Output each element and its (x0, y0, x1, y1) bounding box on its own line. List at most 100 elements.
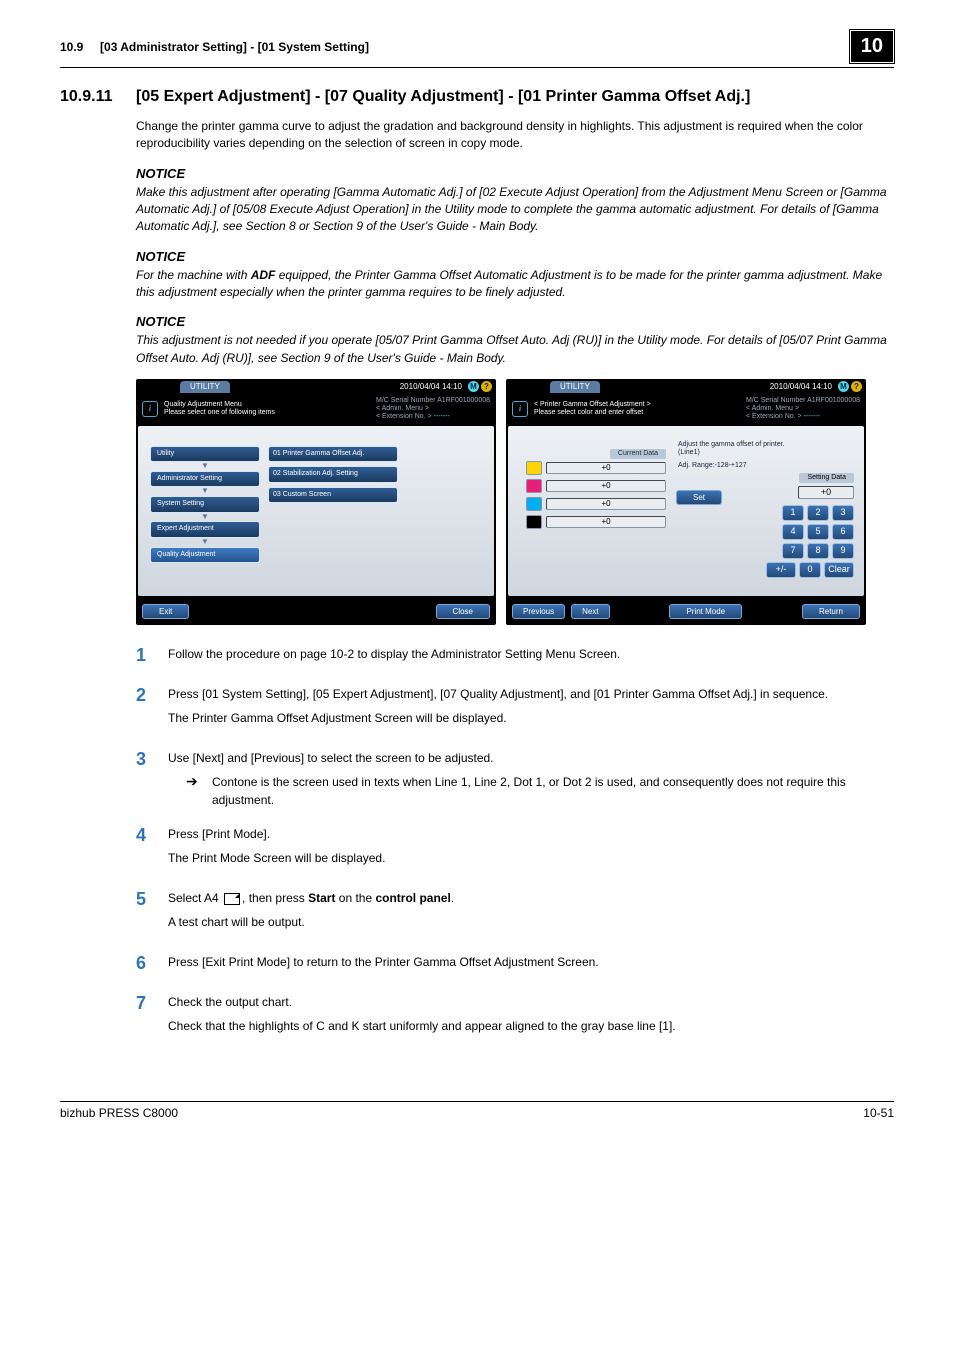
screenshot-menu-screen: UTILITY 2010/04/04 14:10 M ? i Quality A… (136, 379, 496, 625)
keypad-plusminus[interactable]: +/- (766, 562, 796, 578)
step-text: Check that the highlights of C and K sta… (168, 1017, 894, 1035)
step-5: 5 Select A4 , then press Start on the co… (136, 889, 894, 937)
keypad-6[interactable]: 6 (832, 524, 854, 540)
step-text-span: on the (335, 891, 375, 905)
screen-serial-block: M/C Serial Number A1RF001000008 < Admin.… (746, 397, 860, 422)
serial-value: A1RF001000008 (807, 397, 860, 404)
screen-title: Quality Adjustment Menu Please select on… (164, 401, 370, 418)
keypad-4[interactable]: 4 (782, 524, 804, 540)
footer-page-number: 10-51 (863, 1106, 894, 1120)
setting-value: +0 (798, 486, 854, 499)
info-text: (Line1) (678, 449, 854, 457)
screen-serial-block: M/C Serial Number A1RF001000008 < Admin.… (376, 397, 490, 422)
screen-title-bar: i Quality Adjustment Menu Please select … (136, 393, 496, 426)
step-number: 5 (136, 889, 148, 910)
footer-product: bizhub PRESS C8000 (60, 1106, 178, 1120)
step-text: The Print Mode Screen will be displayed. (168, 849, 894, 867)
swatch-magenta-icon[interactable] (526, 479, 542, 493)
crumb-quality-adjustment[interactable]: Quality Adjustment (150, 547, 260, 563)
crumb-admin-setting[interactable]: Administrator Setting (150, 471, 260, 487)
step-text: Select A4 , then press Start on the cont… (168, 889, 894, 907)
option-custom-screen[interactable]: 03 Custom Screen (268, 487, 398, 503)
step-body: Use [Next] and [Previous] to select the … (168, 749, 894, 809)
step-text-span: . (451, 891, 454, 905)
screen-status-bar: UTILITY 2010/04/04 14:10 M ? (506, 379, 866, 393)
help-icon[interactable]: ? (481, 381, 492, 392)
header-section-title: [03 Administrator Setting] - [01 System … (100, 40, 369, 54)
step-text: Follow the procedure on page 10-2 to dis… (168, 645, 894, 663)
running-header: 10.9 [03 Administrator Setting] - [01 Sy… (60, 30, 894, 68)
step-number: 4 (136, 825, 148, 846)
screen-datetime: 2010/04/04 14:10 (770, 382, 832, 392)
info-icon: i (512, 401, 528, 417)
step-number: 1 (136, 645, 148, 666)
extension-value: ------- (804, 413, 820, 420)
exit-button[interactable]: Exit (142, 604, 189, 619)
admin-menu-label: < Admin. Menu > (746, 405, 860, 413)
procedure-steps: 1 Follow the procedure on page 10-2 to d… (136, 645, 894, 1041)
return-button[interactable]: Return (802, 604, 860, 619)
keypad-1[interactable]: 1 (782, 505, 804, 521)
paper-landscape-icon (224, 893, 240, 905)
option-printer-gamma-offset[interactable]: 01 Printer Gamma Offset Adj. (268, 446, 398, 462)
step-sub-text: Contone is the screen used in texts when… (212, 773, 894, 809)
current-row-magenta: +0 (526, 479, 666, 493)
header-section-number: 10.9 (60, 40, 83, 54)
crumb-system-setting[interactable]: System Setting (150, 496, 260, 512)
set-button[interactable]: Set (676, 490, 722, 505)
serial-value: A1RF001000008 (437, 397, 490, 404)
step-text: The Printer Gamma Offset Adjustment Scre… (168, 709, 894, 727)
notice-text: For the machine with (136, 268, 251, 282)
setting-data-label: Setting Data (799, 473, 854, 483)
chapter-number-badge: 10 (850, 30, 894, 63)
setting-panel: +0 1 2 3 4 5 6 7 8 9 (766, 486, 854, 581)
help-icon[interactable]: ? (851, 381, 862, 392)
keypad-0[interactable]: 0 (799, 562, 821, 578)
keypad-clear[interactable]: Clear (824, 562, 854, 578)
current-value-k: +0 (546, 516, 666, 528)
keypad-3[interactable]: 3 (832, 505, 854, 521)
screenshot-adjustment-screen: UTILITY 2010/04/04 14:10 M ? i < Printer… (506, 379, 866, 625)
keypad-9[interactable]: 9 (832, 543, 854, 559)
page-footer: bizhub PRESS C8000 10-51 (60, 1101, 894, 1120)
crumb-utility[interactable]: Utility (150, 446, 260, 462)
screenshot-group: UTILITY 2010/04/04 14:10 M ? i Quality A… (136, 379, 894, 625)
keypad-7[interactable]: 7 (782, 543, 804, 559)
adjust-info: Adjust the gamma offset of printer. (Lin… (678, 441, 854, 476)
chevron-down-icon: ▼ (150, 540, 260, 545)
step-sub-bullet: ➔ Contone is the screen used in texts wh… (186, 773, 894, 809)
swatch-black-icon[interactable] (526, 515, 542, 529)
swatch-yellow-icon[interactable] (526, 461, 542, 475)
swatch-cyan-icon[interactable] (526, 497, 542, 511)
step-number: 7 (136, 993, 148, 1014)
step-bold: control panel (375, 891, 450, 905)
keypad-5[interactable]: 5 (807, 524, 829, 540)
screen-title: < Printer Gamma Offset Adjustment > Plea… (534, 401, 740, 418)
breadcrumb-column: Utility ▼ Administrator Setting ▼ System… (150, 446, 260, 565)
section-heading: 10.9.11 [05 Expert Adjustment] - [07 Qua… (60, 88, 894, 106)
close-button[interactable]: Close (436, 604, 490, 619)
print-mode-button[interactable]: Print Mode (669, 604, 742, 619)
next-button[interactable]: Next (571, 604, 609, 619)
keypad-8[interactable]: 8 (807, 543, 829, 559)
notice-head: NOTICE (136, 313, 894, 332)
step-2: 2 Press [01 System Setting], [05 Expert … (136, 685, 894, 733)
option-stabilization-adj[interactable]: 02 Stabilization Adj. Setting (268, 466, 398, 482)
extension-label: < Extension No. > (746, 413, 802, 420)
info-text: Adjust the gamma offset of printer. (678, 441, 854, 449)
step-text-span: , then press (242, 891, 308, 905)
current-row-black: +0 (526, 515, 666, 529)
step-body: Press [Exit Print Mode] to return to the… (168, 953, 894, 977)
serial-label: M/C Serial Number (746, 397, 806, 404)
previous-button[interactable]: Previous (512, 604, 565, 619)
chevron-down-icon: ▼ (150, 489, 260, 494)
step-body: Press [01 System Setting], [05 Expert Ad… (168, 685, 894, 733)
screen-datetime: 2010/04/04 14:10 (400, 382, 462, 392)
crumb-expert-adjustment[interactable]: Expert Adjustment (150, 521, 260, 537)
arrow-right-icon: ➔ (186, 773, 200, 809)
keypad-2[interactable]: 2 (807, 505, 829, 521)
notice-head: NOTICE (136, 165, 894, 184)
options-column: 01 Printer Gamma Offset Adj. 02 Stabiliz… (268, 446, 398, 507)
extension-label: < Extension No. > (376, 413, 432, 420)
notice-body: For the machine with ADF equipped, the P… (136, 267, 894, 302)
